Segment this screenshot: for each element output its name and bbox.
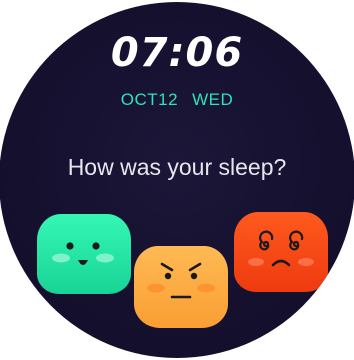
- watch-screen: 07:06 OCT12 WED How was your sleep?: [0, 0, 354, 360]
- annoyed-face-icon: [147, 262, 215, 299]
- sleep-question: How was your sleep?: [67, 154, 287, 180]
- clock-time: 07:06: [110, 30, 244, 76]
- mood-meh-button[interactable]: [134, 246, 228, 328]
- mood-bad-button[interactable]: [234, 212, 328, 292]
- watch-face: 07:06 OCT12 WED How was your sleep?: [0, 2, 354, 358]
- dizzy-sad-face-icon: [248, 230, 314, 267]
- date-label: OCT12: [120, 90, 179, 109]
- weekday-label: WED: [192, 90, 234, 109]
- date-row: OCT12 WED: [0, 90, 354, 110]
- happy-face-icon: [52, 242, 114, 265]
- mood-good-button[interactable]: [37, 214, 131, 294]
